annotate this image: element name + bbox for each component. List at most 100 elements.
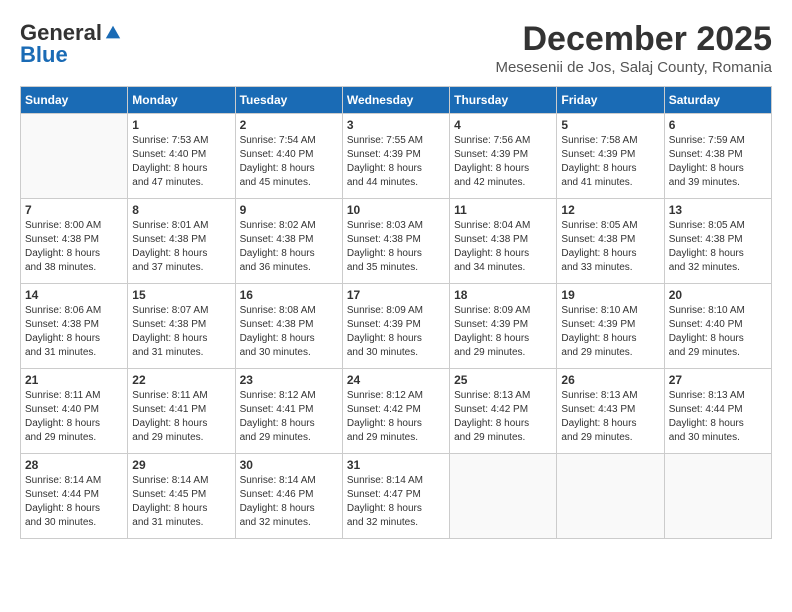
calendar-cell: 30 Sunrise: 8:14 AM Sunset: 4:46 PM Dayli…	[235, 454, 342, 539]
calendar-cell: 20 Sunrise: 8:10 AM Sunset: 4:40 PM Dayli…	[664, 284, 771, 369]
calendar-cell: 3 Sunrise: 7:55 AM Sunset: 4:39 PM Daylig…	[342, 114, 449, 199]
day-info: Sunrise: 8:12 AM Sunset: 4:42 PM Dayligh…	[347, 389, 445, 445]
day-info: Sunrise: 8:04 AM Sunset: 4:38 PM Dayligh…	[454, 219, 552, 275]
day-number: 28	[25, 458, 123, 472]
day-info: Sunrise: 8:07 AM Sunset: 4:38 PM Dayligh…	[132, 304, 230, 360]
calendar-week-row: 7Sunrise: 8:00 AM Sunset: 4:38 PM Daylig…	[21, 199, 772, 284]
day-info: Sunrise: 7:59 AM Sunset: 4:38 PM Dayligh…	[669, 134, 767, 190]
calendar-cell: 11 Sunrise: 8:04 AM Sunset: 4:38 PM Dayli…	[450, 199, 557, 284]
calendar-cell: 23Sunrise: 8:12 AM Sunset: 4:41 PM Dayli…	[235, 369, 342, 454]
day-number: 6	[669, 118, 767, 132]
calendar-cell: 15Sunrise: 8:07 AM Sunset: 4:38 PM Dayli…	[128, 284, 235, 369]
day-info: Sunrise: 8:03 AM Sunset: 4:38 PM Dayligh…	[347, 219, 445, 275]
calendar-cell: 28 Sunrise: 8:14 AM Sunset: 4:44 PM Dayli…	[21, 454, 128, 539]
calendar-cell: 31 Sunrise: 8:14 AM Sunset: 4:47 PM Dayli…	[342, 454, 449, 539]
calendar-header-sunday: Sunday	[21, 87, 128, 114]
calendar-header-friday: Friday	[557, 87, 664, 114]
calendar-table: SundayMondayTuesdayWednesdayThursdayFrid…	[20, 86, 772, 539]
calendar-week-row: 21 Sunrise: 8:11 AM Sunset: 4:40 PM Dayli…	[21, 369, 772, 454]
logo-icon	[104, 24, 122, 42]
calendar-cell: 26 Sunrise: 8:13 AM Sunset: 4:43 PM Dayli…	[557, 369, 664, 454]
calendar-cell: 14 Sunrise: 8:06 AM Sunset: 4:38 PM Dayli…	[21, 284, 128, 369]
day-number: 19	[561, 288, 659, 302]
day-info: Sunrise: 8:13 AM Sunset: 4:43 PM Dayligh…	[561, 389, 659, 445]
day-info: Sunrise: 8:14 AM Sunset: 4:46 PM Dayligh…	[240, 474, 338, 530]
day-info: Sunrise: 8:14 AM Sunset: 4:44 PM Dayligh…	[25, 474, 123, 530]
calendar-cell	[664, 454, 771, 539]
day-number: 3	[347, 118, 445, 132]
month-title: December 2025	[495, 20, 772, 59]
calendar-cell: 17Sunrise: 8:09 AM Sunset: 4:39 PM Dayli…	[342, 284, 449, 369]
calendar-cell: 10 Sunrise: 8:03 AM Sunset: 4:38 PM Dayli…	[342, 199, 449, 284]
day-number: 11	[454, 203, 552, 217]
day-number: 7	[25, 203, 123, 217]
day-info: Sunrise: 8:09 AM Sunset: 4:39 PM Dayligh…	[454, 304, 552, 360]
day-info: Sunrise: 8:11 AM Sunset: 4:40 PM Dayligh…	[25, 389, 123, 445]
logo: General Blue	[20, 20, 122, 68]
day-number: 22	[132, 373, 230, 387]
day-number: 12	[561, 203, 659, 217]
day-info: Sunrise: 7:53 AM Sunset: 4:40 PM Dayligh…	[132, 134, 230, 190]
page-header: General Blue December 2025 Mesesenii de …	[20, 20, 772, 76]
day-number: 21	[25, 373, 123, 387]
calendar-cell: 6 Sunrise: 7:59 AM Sunset: 4:38 PM Daylig…	[664, 114, 771, 199]
calendar-cell	[450, 454, 557, 539]
calendar-cell: 19 Sunrise: 8:10 AM Sunset: 4:39 PM Dayli…	[557, 284, 664, 369]
calendar-cell: 13Sunrise: 8:05 AM Sunset: 4:38 PM Dayli…	[664, 199, 771, 284]
day-info: Sunrise: 8:11 AM Sunset: 4:41 PM Dayligh…	[132, 389, 230, 445]
day-number: 31	[347, 458, 445, 472]
day-number: 10	[347, 203, 445, 217]
calendar-cell: 25Sunrise: 8:13 AM Sunset: 4:42 PM Dayli…	[450, 369, 557, 454]
day-info: Sunrise: 7:58 AM Sunset: 4:39 PM Dayligh…	[561, 134, 659, 190]
day-number: 8	[132, 203, 230, 217]
calendar-header-saturday: Saturday	[664, 87, 771, 114]
day-number: 1	[132, 118, 230, 132]
calendar-header-thursday: Thursday	[450, 87, 557, 114]
day-info: Sunrise: 8:01 AM Sunset: 4:38 PM Dayligh…	[132, 219, 230, 275]
calendar-cell: 21 Sunrise: 8:11 AM Sunset: 4:40 PM Dayli…	[21, 369, 128, 454]
day-number: 13	[669, 203, 767, 217]
calendar-header-row: SundayMondayTuesdayWednesdayThursdayFrid…	[21, 87, 772, 114]
calendar-cell: 22 Sunrise: 8:11 AM Sunset: 4:41 PM Dayli…	[128, 369, 235, 454]
day-info: Sunrise: 7:56 AM Sunset: 4:39 PM Dayligh…	[454, 134, 552, 190]
calendar-cell: 4 Sunrise: 7:56 AM Sunset: 4:39 PM Daylig…	[450, 114, 557, 199]
calendar-week-row: 14 Sunrise: 8:06 AM Sunset: 4:38 PM Dayli…	[21, 284, 772, 369]
day-info: Sunrise: 8:05 AM Sunset: 4:38 PM Dayligh…	[561, 219, 659, 275]
day-info: Sunrise: 8:02 AM Sunset: 4:38 PM Dayligh…	[240, 219, 338, 275]
calendar-cell: 29Sunrise: 8:14 AM Sunset: 4:45 PM Dayli…	[128, 454, 235, 539]
calendar-cell: 18 Sunrise: 8:09 AM Sunset: 4:39 PM Dayli…	[450, 284, 557, 369]
calendar-cell: 12 Sunrise: 8:05 AM Sunset: 4:38 PM Dayli…	[557, 199, 664, 284]
day-number: 4	[454, 118, 552, 132]
day-number: 24	[347, 373, 445, 387]
calendar-cell: 5 Sunrise: 7:58 AM Sunset: 4:39 PM Daylig…	[557, 114, 664, 199]
day-info: Sunrise: 8:10 AM Sunset: 4:39 PM Dayligh…	[561, 304, 659, 360]
calendar-cell: 9Sunrise: 8:02 AM Sunset: 4:38 PM Daylig…	[235, 199, 342, 284]
calendar-header-wednesday: Wednesday	[342, 87, 449, 114]
day-number: 20	[669, 288, 767, 302]
calendar-header-tuesday: Tuesday	[235, 87, 342, 114]
day-info: Sunrise: 8:06 AM Sunset: 4:38 PM Dayligh…	[25, 304, 123, 360]
day-info: Sunrise: 8:13 AM Sunset: 4:44 PM Dayligh…	[669, 389, 767, 445]
day-info: Sunrise: 8:12 AM Sunset: 4:41 PM Dayligh…	[240, 389, 338, 445]
calendar-cell: 1 Sunrise: 7:53 AM Sunset: 4:40 PM Daylig…	[128, 114, 235, 199]
day-number: 26	[561, 373, 659, 387]
day-number: 5	[561, 118, 659, 132]
day-number: 14	[25, 288, 123, 302]
day-number: 16	[240, 288, 338, 302]
day-info: Sunrise: 7:55 AM Sunset: 4:39 PM Dayligh…	[347, 134, 445, 190]
day-number: 2	[240, 118, 338, 132]
logo-blue: Blue	[20, 42, 68, 68]
title-section: December 2025 Mesesenii de Jos, Salaj Co…	[495, 20, 772, 76]
day-number: 17	[347, 288, 445, 302]
calendar-cell: 27Sunrise: 8:13 AM Sunset: 4:44 PM Dayli…	[664, 369, 771, 454]
day-number: 30	[240, 458, 338, 472]
day-number: 29	[132, 458, 230, 472]
day-number: 25	[454, 373, 552, 387]
day-number: 18	[454, 288, 552, 302]
calendar-cell	[557, 454, 664, 539]
calendar-week-row: 28 Sunrise: 8:14 AM Sunset: 4:44 PM Dayli…	[21, 454, 772, 539]
calendar-week-row: 1 Sunrise: 7:53 AM Sunset: 4:40 PM Daylig…	[21, 114, 772, 199]
day-info: Sunrise: 8:14 AM Sunset: 4:47 PM Dayligh…	[347, 474, 445, 530]
location: Mesesenii de Jos, Salaj County, Romania	[495, 59, 772, 76]
day-info: Sunrise: 8:10 AM Sunset: 4:40 PM Dayligh…	[669, 304, 767, 360]
